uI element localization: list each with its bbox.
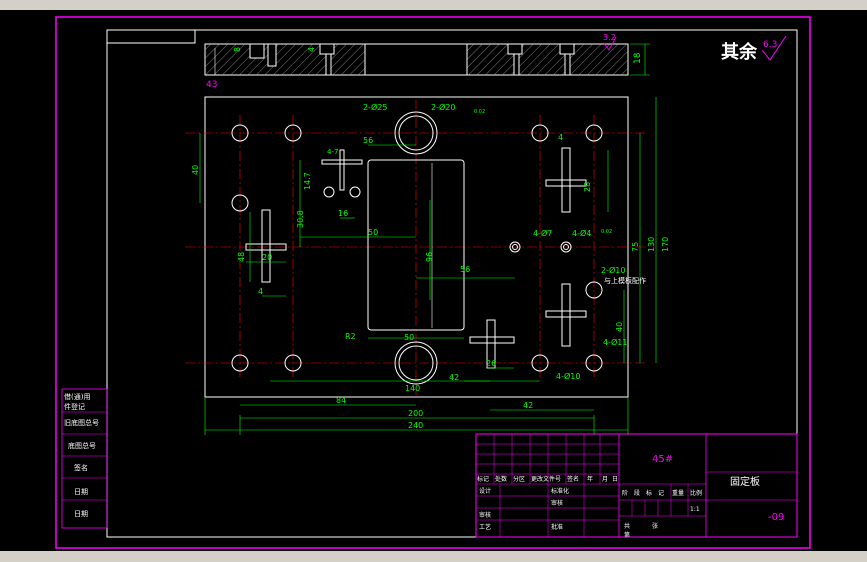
tb-total: 共 (624, 522, 630, 530)
dim-h4-tl: 4 (558, 133, 563, 142)
cad-application-frame: 18 8 4 43 3.2 其余 6.3 2-Ø25 2-Ø20 0.02 56… (0, 0, 867, 562)
roughness-note: 其余 (721, 41, 758, 63)
roughness-value: 6.3 (763, 40, 777, 50)
tb-header-1: 处数 (495, 475, 507, 483)
side-row-4: 签名 (74, 463, 88, 472)
dim-h42a: 42 (449, 373, 459, 382)
tb-header-5: 年 (587, 475, 593, 483)
tb-check: 审核 (551, 499, 563, 507)
dim-d1: 2-Ø25 (363, 102, 387, 112)
dim-h4-l: 4 (258, 287, 263, 296)
tb-approve: 批准 (551, 523, 563, 531)
drawing-canvas[interactable]: 18 8 4 43 3.2 其余 6.3 2-Ø25 2-Ø20 0.02 56… (0, 10, 867, 551)
dim-h56-top: 56 (363, 136, 373, 145)
dim-h50: 50 (368, 228, 378, 237)
drawing-svg: 18 8 4 43 3.2 其余 6.3 2-Ø25 2-Ø20 0.02 56… (55, 16, 811, 549)
tb-process: 工艺 (479, 523, 491, 531)
tb-header-4: 签名 (567, 475, 579, 483)
drawing-no: -09 (768, 512, 784, 523)
dim-d2-tol: 0.02 (474, 109, 485, 115)
side-row-6: 日期 (74, 510, 88, 518)
tb-stage-3: 记 (658, 490, 664, 497)
dim-top-h: 8 (233, 47, 242, 52)
dim-v170: 170 (661, 237, 670, 252)
side-table: 借(通)用 件登记 旧底图总号 底图总号 签名 日期 日期 (61, 388, 108, 529)
side-row-3: 底图总号 (68, 441, 96, 450)
tb-standard: 标准化 (551, 487, 569, 495)
dim-h42b: 42 (523, 401, 533, 410)
dim-h50-bot: 50 (404, 333, 414, 342)
tb-stage-5: 比例 (690, 489, 702, 497)
tb-stage-2: 标 (646, 489, 652, 497)
dim-top-left: 43 (206, 80, 217, 90)
dim-v30-8: 30.8 (296, 210, 305, 228)
dim-v130: 130 (647, 237, 656, 252)
side-row-0: 借(通)用 (64, 392, 90, 401)
tb-header-7: 日 (612, 476, 618, 483)
tb-stage-1: 段 (634, 489, 640, 497)
dim-h4-d11: 4-Ø11 (603, 337, 627, 347)
dim-h20-l: 20 (262, 253, 272, 262)
dim-v28-r: 28 (583, 182, 592, 192)
tb-header-3: 更改文件号 (531, 475, 561, 483)
title-block: 45# 固定板 -09 标记 处数 分区 更改文件号 签名 年 月 日 设计 标… (475, 433, 798, 539)
dim-r2: R2 (345, 332, 356, 341)
tb-review: 审核 (479, 511, 491, 519)
dim-h4-7: 4-7 (327, 148, 338, 156)
tb-stage-0: 阶 (622, 489, 628, 497)
dim-h240: 240 (408, 421, 423, 430)
dim-d2: 2-Ø20 (431, 102, 455, 112)
dim-v75: 75 (631, 242, 640, 252)
side-row-5: 日期 (74, 488, 88, 496)
dim-h2-d10-note: 与上模板配作 (604, 276, 646, 285)
side-row-2: 旧底图总号 (64, 418, 99, 427)
dim-v40: 40 (191, 165, 200, 175)
tb-page: 第 (624, 531, 630, 539)
dim-v96: 96 (425, 252, 434, 262)
dim-h4-d10: 4-Ø10 (556, 371, 580, 381)
dim-h4-d4-tol: 0.02 (601, 229, 612, 235)
material: 45# (652, 454, 673, 465)
tb-design: 设计 (479, 487, 491, 495)
section-view: 18 8 4 43 3.2 (204, 33, 650, 90)
tb-header-0: 标记 (477, 475, 489, 483)
dim-v48: 48 (237, 252, 246, 262)
part-name: 固定板 (730, 475, 760, 488)
dim-v40-r: 40 (615, 322, 624, 332)
tb-scale: 1:1 (690, 506, 700, 513)
dim-h4-d7: 4-Ø7 (533, 228, 552, 238)
dim-h2-d10: 2-Ø10 (601, 265, 625, 275)
dim-top-right-h: 18 (633, 52, 643, 64)
dim-top-h2: 4 (307, 47, 316, 52)
dim-h84: 84 (336, 396, 346, 405)
side-row-1: 件登记 (64, 402, 85, 411)
tb-sheet: 张 (652, 522, 658, 530)
tb-stage-4: 重量 (672, 489, 684, 497)
dim-h56-mid: 56 (460, 265, 470, 274)
top-left-tab (106, 29, 196, 44)
dim-h4-d4: 4-Ø4 (572, 228, 591, 238)
dim-h140: 140 (405, 384, 420, 393)
dim-h16: 16 (338, 209, 348, 218)
tb-header-2: 分区 (513, 475, 525, 483)
plan-view: 2-Ø25 2-Ø20 0.02 56 4-7 40 14.7 16 30.8 … (185, 96, 670, 435)
dim-v14-7: 14.7 (303, 172, 312, 190)
dim-h26: 26 (486, 359, 496, 368)
tb-header-6: 月 (602, 476, 608, 483)
dim-h200: 200 (408, 409, 423, 418)
